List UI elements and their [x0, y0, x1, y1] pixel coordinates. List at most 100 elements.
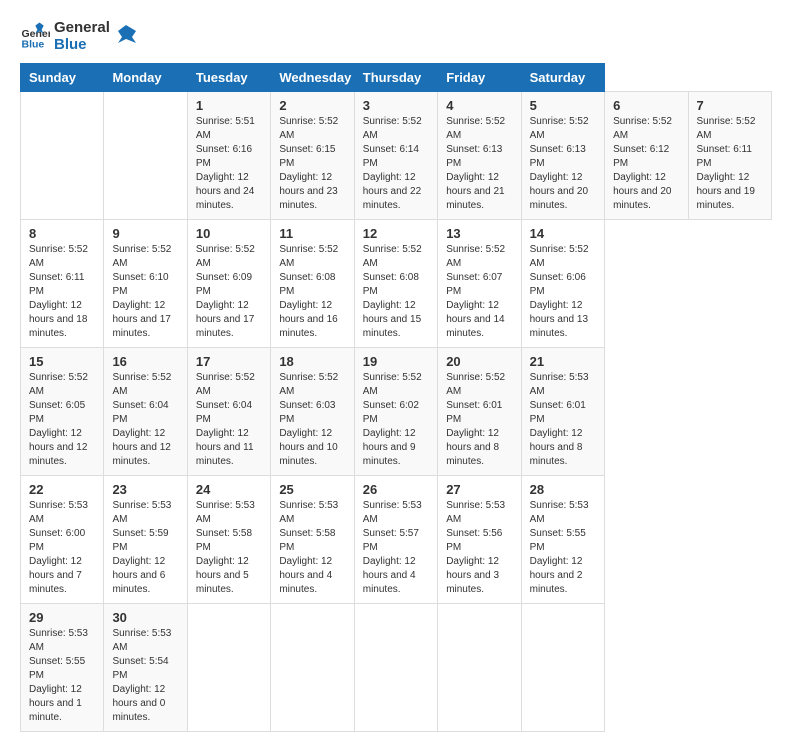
- calendar-cell: 12 Sunrise: 5:52 AM Sunset: 6:08 PM Dayl…: [354, 220, 437, 348]
- day-number: 25: [279, 482, 345, 497]
- cell-info: Sunrise: 5:52 AM Sunset: 6:08 PM Dayligh…: [363, 243, 429, 341]
- col-header-saturday: Saturday: [521, 64, 604, 92]
- calendar-week-3: 15 Sunrise: 5:52 AM Sunset: 6:05 PM Dayl…: [21, 348, 772, 476]
- calendar-week-2: 8 Sunrise: 5:52 AM Sunset: 6:11 PM Dayli…: [21, 220, 772, 348]
- cell-info: Sunrise: 5:52 AM Sunset: 6:03 PM Dayligh…: [279, 371, 345, 469]
- calendar-cell: 16 Sunrise: 5:52 AM Sunset: 6:04 PM Dayl…: [104, 348, 187, 476]
- cell-info: Sunrise: 5:53 AM Sunset: 5:56 PM Dayligh…: [446, 499, 512, 597]
- cell-info: Sunrise: 5:53 AM Sunset: 6:00 PM Dayligh…: [29, 499, 95, 597]
- cell-info: Sunrise: 5:52 AM Sunset: 6:07 PM Dayligh…: [446, 243, 512, 341]
- col-header-wednesday: Wednesday: [271, 64, 354, 92]
- calendar-cell: 19 Sunrise: 5:52 AM Sunset: 6:02 PM Dayl…: [354, 348, 437, 476]
- calendar-cell: 22 Sunrise: 5:53 AM Sunset: 6:00 PM Dayl…: [21, 476, 104, 604]
- calendar-cell: 23 Sunrise: 5:53 AM Sunset: 5:59 PM Dayl…: [104, 476, 187, 604]
- calendar-cell: 10 Sunrise: 5:52 AM Sunset: 6:09 PM Dayl…: [187, 220, 270, 348]
- calendar-cell: 6 Sunrise: 5:52 AM Sunset: 6:12 PM Dayli…: [605, 92, 688, 220]
- day-number: 4: [446, 98, 512, 113]
- svg-text:Blue: Blue: [22, 38, 45, 50]
- calendar-cell: 17 Sunrise: 5:52 AM Sunset: 6:04 PM Dayl…: [187, 348, 270, 476]
- cell-info: Sunrise: 5:52 AM Sunset: 6:13 PM Dayligh…: [446, 115, 512, 213]
- day-number: 7: [697, 98, 764, 113]
- cell-info: Sunrise: 5:52 AM Sunset: 6:01 PM Dayligh…: [446, 371, 512, 469]
- calendar-cell: 13 Sunrise: 5:52 AM Sunset: 6:07 PM Dayl…: [438, 220, 521, 348]
- day-number: 17: [196, 354, 262, 369]
- cell-info: Sunrise: 5:52 AM Sunset: 6:04 PM Dayligh…: [112, 371, 178, 469]
- calendar-cell: 27 Sunrise: 5:53 AM Sunset: 5:56 PM Dayl…: [438, 476, 521, 604]
- day-number: 1: [196, 98, 262, 113]
- cell-info: Sunrise: 5:52 AM Sunset: 6:13 PM Dayligh…: [530, 115, 596, 213]
- calendar-cell: 15 Sunrise: 5:52 AM Sunset: 6:05 PM Dayl…: [21, 348, 104, 476]
- cell-info: Sunrise: 5:53 AM Sunset: 5:54 PM Dayligh…: [112, 627, 178, 725]
- day-number: 10: [196, 226, 262, 241]
- calendar-cell: 11 Sunrise: 5:52 AM Sunset: 6:08 PM Dayl…: [271, 220, 354, 348]
- col-header-tuesday: Tuesday: [187, 64, 270, 92]
- calendar-cell: 3 Sunrise: 5:52 AM Sunset: 6:14 PM Dayli…: [354, 92, 437, 220]
- cell-info: Sunrise: 5:52 AM Sunset: 6:09 PM Dayligh…: [196, 243, 262, 341]
- day-number: 21: [530, 354, 596, 369]
- calendar-cell: 8 Sunrise: 5:52 AM Sunset: 6:11 PM Dayli…: [21, 220, 104, 348]
- calendar-cell: 9 Sunrise: 5:52 AM Sunset: 6:10 PM Dayli…: [104, 220, 187, 348]
- calendar-cell: 14 Sunrise: 5:52 AM Sunset: 6:06 PM Dayl…: [521, 220, 604, 348]
- logo-wordmark: General Blue: [54, 20, 110, 53]
- calendar-cell: 4 Sunrise: 5:52 AM Sunset: 6:13 PM Dayli…: [438, 92, 521, 220]
- day-number: 20: [446, 354, 512, 369]
- calendar-cell: 2 Sunrise: 5:52 AM Sunset: 6:15 PM Dayli…: [271, 92, 354, 220]
- cell-info: Sunrise: 5:53 AM Sunset: 5:58 PM Dayligh…: [279, 499, 345, 597]
- day-number: 28: [530, 482, 596, 497]
- header-row: SundayMondayTuesdayWednesdayThursdayFrid…: [21, 64, 772, 92]
- calendar-cell: 5 Sunrise: 5:52 AM Sunset: 6:13 PM Dayli…: [521, 92, 604, 220]
- cell-info: Sunrise: 5:52 AM Sunset: 6:15 PM Dayligh…: [279, 115, 345, 213]
- logo-blue: Blue: [54, 37, 110, 54]
- calendar-week-4: 22 Sunrise: 5:53 AM Sunset: 6:00 PM Dayl…: [21, 476, 772, 604]
- cell-info: Sunrise: 5:53 AM Sunset: 5:55 PM Dayligh…: [530, 499, 596, 597]
- day-number: 13: [446, 226, 512, 241]
- logo: General Blue General Blue: [20, 20, 138, 53]
- cell-info: Sunrise: 5:53 AM Sunset: 5:55 PM Dayligh…: [29, 627, 95, 725]
- cell-info: Sunrise: 5:52 AM Sunset: 6:08 PM Dayligh…: [279, 243, 345, 341]
- calendar-cell: 26 Sunrise: 5:53 AM Sunset: 5:57 PM Dayl…: [354, 476, 437, 604]
- day-number: 2: [279, 98, 345, 113]
- calendar-cell: 24 Sunrise: 5:53 AM Sunset: 5:58 PM Dayl…: [187, 476, 270, 604]
- day-number: 26: [363, 482, 429, 497]
- cell-info: Sunrise: 5:52 AM Sunset: 6:05 PM Dayligh…: [29, 371, 95, 469]
- calendar-cell: [521, 604, 604, 732]
- calendar-cell: 7 Sunrise: 5:52 AM Sunset: 6:11 PM Dayli…: [688, 92, 772, 220]
- calendar-cell: [104, 92, 187, 220]
- day-number: 9: [112, 226, 178, 241]
- logo-general: General: [54, 20, 110, 37]
- cell-info: Sunrise: 5:52 AM Sunset: 6:04 PM Dayligh…: [196, 371, 262, 469]
- day-number: 11: [279, 226, 345, 241]
- calendar-cell: 28 Sunrise: 5:53 AM Sunset: 5:55 PM Dayl…: [521, 476, 604, 604]
- calendar-cell: 18 Sunrise: 5:52 AM Sunset: 6:03 PM Dayl…: [271, 348, 354, 476]
- cell-info: Sunrise: 5:51 AM Sunset: 6:16 PM Dayligh…: [196, 115, 262, 213]
- calendar-cell: 20 Sunrise: 5:52 AM Sunset: 6:01 PM Dayl…: [438, 348, 521, 476]
- cell-info: Sunrise: 5:52 AM Sunset: 6:12 PM Dayligh…: [613, 115, 679, 213]
- cell-info: Sunrise: 5:53 AM Sunset: 5:59 PM Dayligh…: [112, 499, 178, 597]
- cell-info: Sunrise: 5:53 AM Sunset: 5:58 PM Dayligh…: [196, 499, 262, 597]
- day-number: 29: [29, 610, 95, 625]
- calendar-cell: [438, 604, 521, 732]
- col-header-friday: Friday: [438, 64, 521, 92]
- calendar-cell: 1 Sunrise: 5:51 AM Sunset: 6:16 PM Dayli…: [187, 92, 270, 220]
- day-number: 30: [112, 610, 178, 625]
- cell-info: Sunrise: 5:53 AM Sunset: 6:01 PM Dayligh…: [530, 371, 596, 469]
- day-number: 3: [363, 98, 429, 113]
- col-header-sunday: Sunday: [21, 64, 104, 92]
- header: General Blue General Blue: [20, 20, 772, 53]
- col-header-monday: Monday: [104, 64, 187, 92]
- cell-info: Sunrise: 5:52 AM Sunset: 6:11 PM Dayligh…: [29, 243, 95, 341]
- day-number: 14: [530, 226, 596, 241]
- day-number: 16: [112, 354, 178, 369]
- day-number: 12: [363, 226, 429, 241]
- calendar-cell: [21, 92, 104, 220]
- cell-info: Sunrise: 5:52 AM Sunset: 6:10 PM Dayligh…: [112, 243, 178, 341]
- calendar-week-1: 1 Sunrise: 5:51 AM Sunset: 6:16 PM Dayli…: [21, 92, 772, 220]
- day-number: 15: [29, 354, 95, 369]
- calendar-cell: [354, 604, 437, 732]
- day-number: 24: [196, 482, 262, 497]
- day-number: 18: [279, 354, 345, 369]
- day-number: 23: [112, 482, 178, 497]
- logo-flag-icon: [114, 23, 138, 51]
- day-number: 22: [29, 482, 95, 497]
- day-number: 5: [530, 98, 596, 113]
